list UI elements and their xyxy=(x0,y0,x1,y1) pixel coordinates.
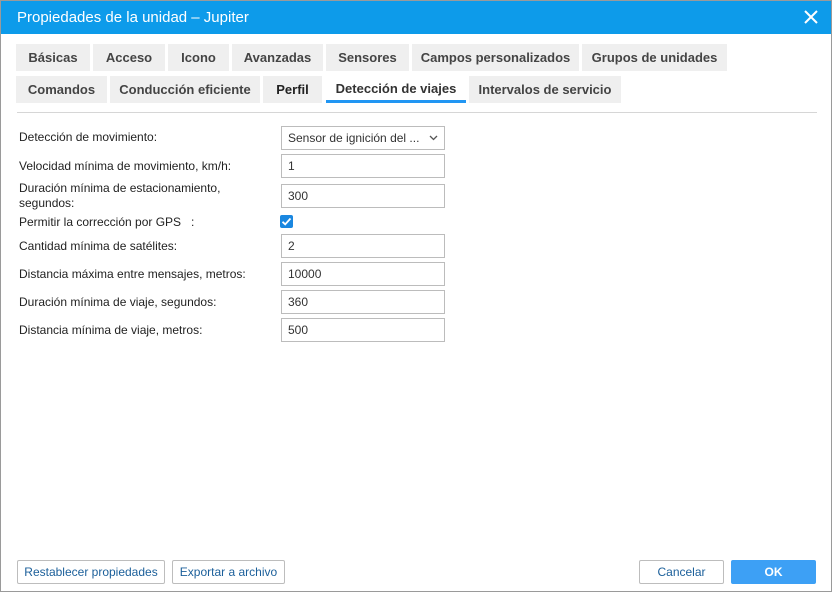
min-trip-distance-label: Distancia mínima de viaje, metros: xyxy=(19,323,203,337)
export-to-file-button[interactable]: Exportar a archivo xyxy=(172,560,285,584)
movement-detection-label: Detección de movimiento: xyxy=(19,130,158,144)
tab-conduccion-eficiente[interactable]: Conducción eficiente xyxy=(110,76,260,103)
movement-detection-value: Sensor de ignición del ... xyxy=(288,131,420,145)
tab-basicas[interactable]: Básicas xyxy=(16,44,90,71)
gps-correction-checkbox[interactable] xyxy=(280,215,293,228)
title-bar: Propiedades de la unidad – Jupiter xyxy=(1,1,831,34)
tab-avanzadas[interactable]: Avanzadas xyxy=(232,44,323,71)
unit-properties-dialog: Propiedades de la unidad – Jupiter Básic… xyxy=(0,0,832,592)
gps-correction-label: Permitir la corrección por GPS : xyxy=(19,215,195,229)
min-satellites-label: Cantidad mínima de satélites: xyxy=(19,239,178,253)
tab-icono[interactable]: Icono xyxy=(168,44,229,71)
tabs-divider xyxy=(17,112,817,113)
ok-button[interactable]: OK xyxy=(731,560,816,584)
tab-grupos-de-unidades[interactable]: Grupos de unidades xyxy=(582,44,727,71)
min-parking-label-line1: Duración mínima de estacionamiento, xyxy=(19,181,221,195)
close-icon[interactable] xyxy=(803,9,819,25)
reset-properties-button[interactable]: Restablecer propiedades xyxy=(17,560,165,584)
tab-campos-personalizados[interactable]: Campos personalizados xyxy=(412,44,579,71)
min-trip-duration-label: Duración mínima de viaje, segundos: xyxy=(19,295,217,309)
tab-comandos[interactable]: Comandos xyxy=(16,76,107,103)
min-parking-label: Duración mínima de estacionamiento, segun… xyxy=(19,181,220,211)
min-trip-duration-input[interactable]: 360 xyxy=(281,290,445,314)
checkmark-icon xyxy=(281,217,292,226)
min-speed-input[interactable]: 1 xyxy=(281,154,445,178)
min-speed-label: Velocidad mínima de movimiento, km/h: xyxy=(19,159,232,173)
tab-deteccion-de-viajes[interactable]: Detección de viajes xyxy=(326,76,466,103)
max-distance-input[interactable]: 10000 xyxy=(281,262,445,286)
min-parking-input[interactable]: 300 xyxy=(281,184,445,208)
tab-perfil[interactable]: Perfil xyxy=(263,76,322,103)
max-distance-label: Distancia máxima entre mensajes, metros: xyxy=(19,267,246,281)
min-satellites-input[interactable]: 2 xyxy=(281,234,445,258)
min-trip-distance-input[interactable]: 500 xyxy=(281,318,445,342)
tab-sensores[interactable]: Sensores xyxy=(326,44,409,71)
dialog-title: Propiedades de la unidad – Jupiter xyxy=(17,9,249,26)
movement-detection-select[interactable]: Sensor de ignición del ... xyxy=(281,126,445,150)
tab-intervalos-de-servicio[interactable]: Intervalos de servicio xyxy=(469,76,621,103)
tab-acceso[interactable]: Acceso xyxy=(93,44,165,71)
chevron-down-icon xyxy=(429,135,438,141)
cancel-button[interactable]: Cancelar xyxy=(639,560,724,584)
min-parking-label-line2: segundos: xyxy=(19,196,75,210)
